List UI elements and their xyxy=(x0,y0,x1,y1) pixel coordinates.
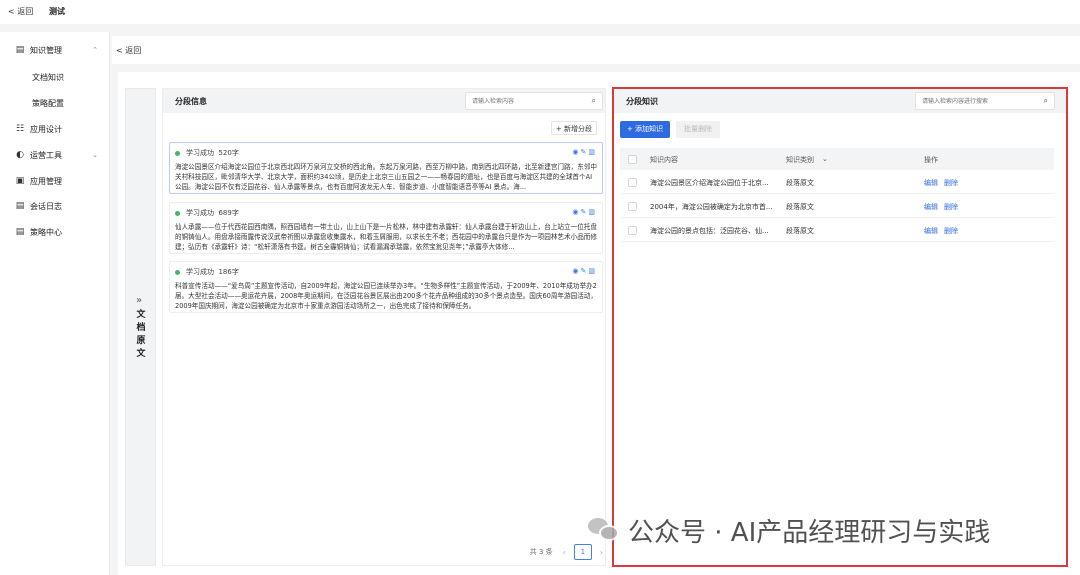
segment-actions: ◉✎▥ xyxy=(572,267,597,275)
sidebar: ▤ 知识管理 ⌃ 文档知识 策略配置 ☷ 应用设计 ◐ 运营工具 ⌄ ▣ 应用管… xyxy=(0,32,110,575)
sidebar-item-session-log[interactable]: ▤ 会话日志 xyxy=(0,196,110,216)
segment-text: 科普宣传活动——“爱鸟周”主题宣传活动，自2009年起，海淀公园已连续举办3年。… xyxy=(175,282,597,310)
page-title: 测试 xyxy=(49,7,65,16)
locate-icon[interactable]: ◉ xyxy=(572,208,580,216)
expand-icon: » xyxy=(136,295,143,306)
delete-icon[interactable]: ▥ xyxy=(588,208,597,216)
highlight-outline xyxy=(612,87,1068,567)
chevron-down-icon: ⌄ xyxy=(92,151,98,159)
success-dot-icon xyxy=(175,150,180,156)
segments-panel: 分段信息 ⌕ + 新增分段 学习成功 520字 ◉✎▥ 海淀公园景区介绍海淀公园… xyxy=(162,88,606,566)
sidebar-item-ops-tools[interactable]: ◐ 运营工具 ⌄ xyxy=(0,145,110,165)
top-bar: < 返回 测试 xyxy=(0,0,1080,24)
sidebar-item-label: 应用设计 xyxy=(30,124,62,134)
pagination-total: 共 3 条 xyxy=(529,548,553,556)
sidebar-item-label: 运营工具 xyxy=(30,150,62,160)
locate-icon[interactable]: ◉ xyxy=(572,267,580,275)
settings-icon: ☷ xyxy=(15,124,25,134)
database-icon: ▤ xyxy=(15,45,25,55)
top-back-link[interactable]: < 返回 xyxy=(8,6,33,17)
sidebar-item-label: 策略中心 xyxy=(30,227,62,237)
next-page-icon[interactable]: › xyxy=(600,548,603,557)
sub-header: < 返回 xyxy=(112,36,1080,64)
segment-card[interactable]: 学习成功 186字 ◉✎▥ 科普宣传活动——“爱鸟周”主题宣传活动，自2009年… xyxy=(169,261,603,313)
sidebar-item-knowledge[interactable]: ▤ 知识管理 ⌃ xyxy=(0,40,110,60)
prev-page-icon[interactable]: ‹ xyxy=(563,548,566,557)
segments-search[interactable]: ⌕ xyxy=(465,92,603,110)
success-dot-icon xyxy=(175,210,180,216)
log-icon: ▤ xyxy=(15,201,25,211)
delete-icon[interactable]: ▥ xyxy=(588,267,597,275)
doc-original-label: 文 档 原 文 xyxy=(136,310,146,359)
sub-back-link[interactable]: < 返回 xyxy=(116,45,141,56)
watermark: 公众号 · AI产品经理研习与实践 xyxy=(586,512,990,548)
tools-icon: ◐ xyxy=(16,150,24,160)
segments-panel-header: 分段信息 ⌕ xyxy=(163,89,605,113)
chevron-up-icon: ⌃ xyxy=(92,46,98,54)
sidebar-item-app-management[interactable]: ▣ 应用管理 xyxy=(0,171,110,191)
sidebar-item-label: 知识管理 xyxy=(30,45,62,55)
divider-band xyxy=(0,24,1080,32)
segment-text: 海淀公园景区介绍海淀公园位于北京西北四环万泉河立交桥的西北角。东起万泉河路，西至… xyxy=(175,163,597,191)
sidebar-item-doc-knowledge[interactable]: 文档知识 xyxy=(32,72,64,83)
watermark-text: 公众号 · AI产品经理研习与实践 xyxy=(628,517,991,548)
search-icon[interactable]: ⌕ xyxy=(592,96,596,106)
sidebar-item-strategy-center[interactable]: ▤ 策略中心 xyxy=(0,222,110,242)
segment-text: 仙人承露——位于代西花园西南隅，照西园墙有一带土山，山上山下是一片松林，林中建有… xyxy=(175,223,597,251)
segment-card[interactable]: 学习成功 689字 ◉✎▥ 仙人承露——位于代西花园西南隅，照西园墙有一带土山，… xyxy=(169,202,603,254)
wechat-icon xyxy=(586,512,622,548)
delete-icon[interactable]: ▥ xyxy=(588,148,597,156)
sidebar-item-app-design[interactable]: ☷ 应用设计 xyxy=(0,119,110,139)
app-icon: ▣ xyxy=(15,176,25,186)
add-segment-button[interactable]: + 新增分段 xyxy=(550,121,597,135)
sidebar-item-label: 会话日志 xyxy=(30,201,62,211)
segment-card[interactable]: 学习成功 520字 ◉✎▥ 海淀公园景区介绍海淀公园位于北京西北四环万泉河立交桥… xyxy=(169,142,603,194)
segment-actions: ◉✎▥ xyxy=(572,148,597,156)
segments-title: 分段信息 xyxy=(175,97,207,106)
success-dot-icon xyxy=(175,269,180,275)
sidebar-item-label: 应用管理 xyxy=(30,176,62,186)
sidebar-item-strategy-config[interactable]: 策略配置 xyxy=(32,98,64,109)
strategy-icon: ▤ xyxy=(15,227,25,237)
segments-search-input[interactable] xyxy=(472,96,582,107)
locate-icon[interactable]: ◉ xyxy=(572,148,580,156)
segment-actions: ◉✎▥ xyxy=(572,208,597,216)
doc-original-toggle[interactable]: » 文 档 原 文 xyxy=(125,88,156,566)
